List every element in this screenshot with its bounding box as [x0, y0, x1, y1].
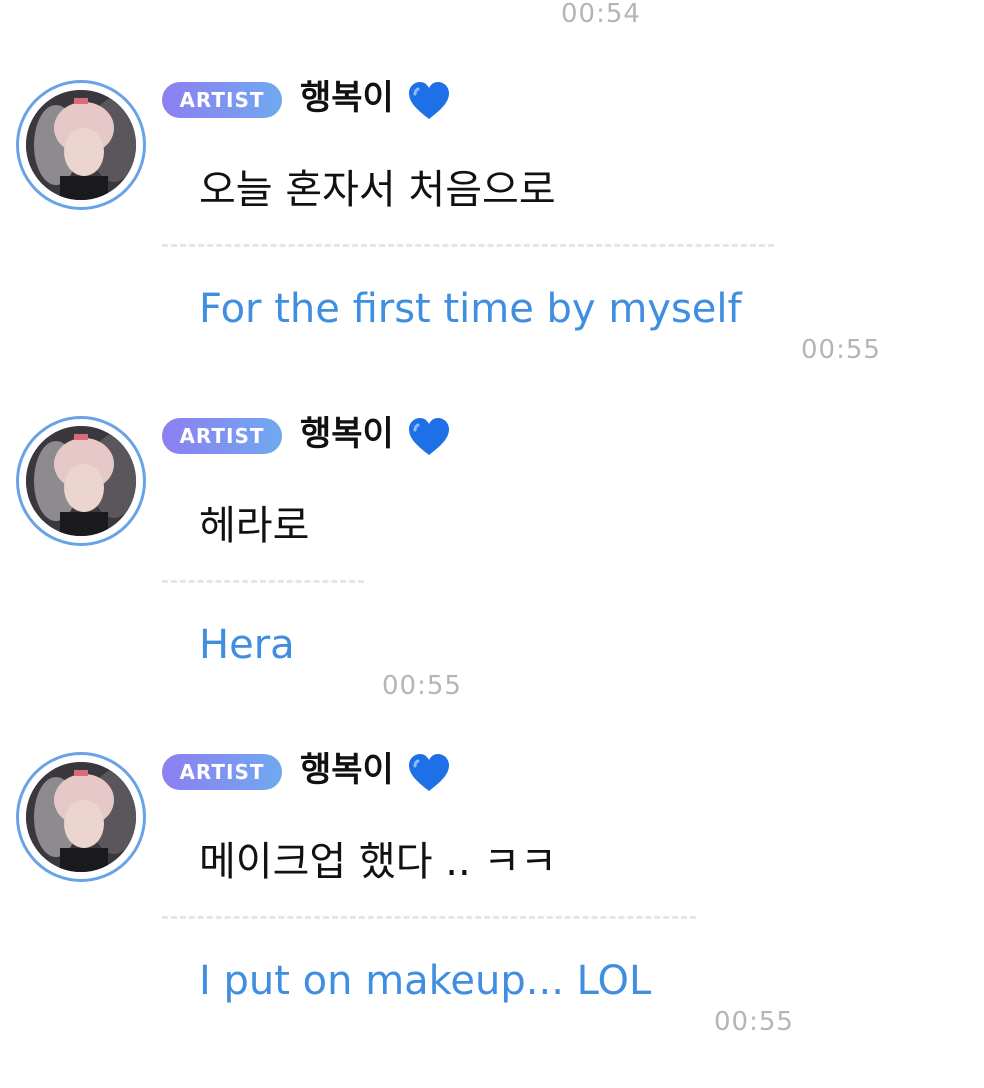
timestamp-top: 00:54 [561, 0, 641, 29]
sender-name: 행복이 [300, 414, 394, 454]
message-text: 헤라로 [199, 503, 310, 549]
artist-badge: ARTIST [162, 754, 282, 790]
avatar[interactable] [16, 80, 146, 210]
timestamp: 00:55 [382, 671, 462, 701]
timestamp: 00:55 [801, 335, 881, 365]
artist-badge: ARTIST [162, 82, 282, 118]
timestamp: 00:55 [714, 1007, 794, 1037]
chat-message: ARTIST 행복이 메이크업 했다 .. ㅋㅋ I put on makeup… [0, 750, 984, 1088]
avatar-photo [26, 90, 136, 200]
avatar-photo [26, 762, 136, 872]
blue-heart-icon [409, 82, 449, 119]
avatar[interactable] [16, 416, 146, 546]
translation-text: For the first time by myself [199, 286, 742, 332]
avatar[interactable] [16, 752, 146, 882]
chat-message: ARTIST 행복이 오늘 혼자서 처음으로 For the first tim… [0, 78, 984, 416]
chat-message: ARTIST 행복이 헤라로 Hera 00:55 [0, 414, 984, 752]
artist-badge: ARTIST [162, 418, 282, 454]
message-text: 메이크업 했다 .. ㅋㅋ [199, 839, 557, 885]
sender-name: 행복이 [300, 78, 394, 118]
avatar-photo [26, 426, 136, 536]
translation-text: Hera [199, 622, 295, 668]
divider [162, 244, 774, 247]
translation-text: I put on makeup... LOL [199, 958, 652, 1004]
sender-name: 행복이 [300, 750, 394, 790]
blue-heart-icon [409, 418, 449, 455]
blue-heart-icon [409, 754, 449, 791]
message-text: 오늘 혼자서 처음으로 [199, 167, 556, 213]
divider [162, 916, 696, 919]
divider [162, 580, 364, 583]
